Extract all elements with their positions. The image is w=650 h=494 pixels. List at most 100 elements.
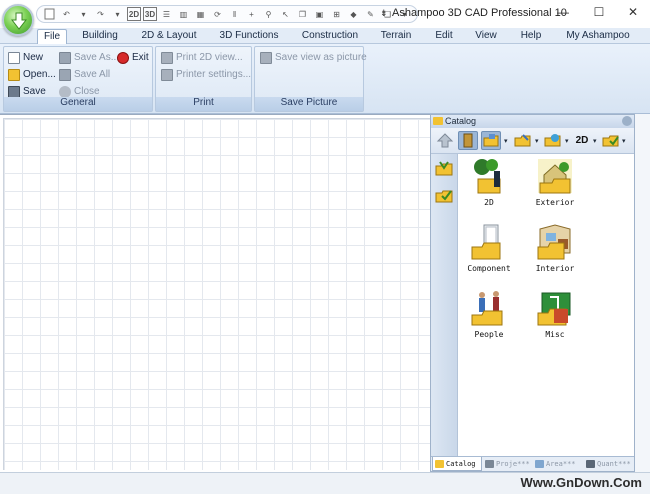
- tab-terrain[interactable]: Terrain: [375, 29, 417, 44]
- catalog-item-label: People: [474, 330, 504, 339]
- minimize-button[interactable]: —: [548, 3, 578, 23]
- print-2d-button[interactable]: Print 2D view...: [161, 50, 243, 65]
- dropdown-arrow-icon[interactable]: ▾: [535, 137, 539, 145]
- people-icon: [470, 289, 508, 327]
- tab-construction[interactable]: Construction: [296, 29, 364, 44]
- tab-2d-layout[interactable]: 2D & Layout: [137, 29, 201, 44]
- power-icon: [117, 51, 129, 64]
- catalog-panel: Catalog ▾ ▾ ▾ 2D ▾ ▾ 2D Exterior Compone…: [430, 114, 635, 472]
- tab-catalog[interactable]: Catalog: [432, 457, 482, 471]
- catalog-item-2d[interactable]: 2D: [459, 157, 519, 207]
- folder-open-icon[interactable]: [481, 131, 501, 150]
- save-view-picture-button[interactable]: Save view as picture: [260, 50, 367, 65]
- undo-dropdown-icon[interactable]: ▾: [76, 7, 91, 21]
- split-vertical-icon[interactable]: ▥: [176, 7, 191, 21]
- ribbon: New Open... Save Save As... Save All Clo…: [0, 44, 650, 114]
- tab-project[interactable]: Proje***: [483, 457, 532, 471]
- save-all-button[interactable]: Save All: [59, 67, 110, 82]
- project-tree-icon: [485, 460, 494, 468]
- folder-edit-icon[interactable]: [513, 131, 533, 150]
- pen-icon[interactable]: ✎: [363, 7, 378, 21]
- catalog-toolbar: ▾ ▾ ▾ 2D ▾ ▾: [431, 128, 634, 154]
- tab-my-ashampoo[interactable]: My Ashampoo: [562, 29, 634, 44]
- crosshair-icon[interactable]: +: [244, 7, 259, 21]
- dropdown-arrow-icon[interactable]: ▾: [504, 137, 508, 145]
- folder-check-icon[interactable]: [601, 131, 621, 150]
- customize-qat-icon[interactable]: ⇟: [380, 8, 388, 19]
- tab-file[interactable]: File: [37, 29, 67, 45]
- tab-catalog-label: Catalog: [446, 460, 476, 468]
- tab-help[interactable]: Help: [515, 29, 547, 44]
- catalog-title-bar: Catalog: [431, 115, 634, 128]
- catalog-item-interior[interactable]: Interior: [525, 223, 585, 273]
- plant-figure-icon: [470, 157, 508, 195]
- dropdown-arrow-icon[interactable]: ▾: [622, 137, 626, 145]
- tab-quantity[interactable]: Quant***: [584, 457, 634, 471]
- pointer-icon[interactable]: ↖: [278, 7, 293, 21]
- catalog-item-exterior[interactable]: Exterior: [525, 157, 585, 207]
- folder-check-side-icon[interactable]: [434, 186, 455, 204]
- maximize-button[interactable]: ☐: [584, 3, 614, 23]
- globe-folder-icon[interactable]: [543, 131, 563, 150]
- walk-icon[interactable]: ⚲: [261, 7, 276, 21]
- printer-settings-icon: [161, 68, 173, 81]
- drawing-grid[interactable]: [3, 118, 430, 470]
- back-arrow-icon[interactable]: [435, 131, 455, 150]
- close-doc-icon: [59, 85, 71, 98]
- view-2d-button[interactable]: 2D: [127, 7, 141, 21]
- columns-icon[interactable]: ‖: [227, 7, 242, 21]
- group-print-label: Print: [156, 97, 251, 111]
- group-save-picture-label: Save Picture: [255, 97, 363, 111]
- window-icon[interactable]: ▣: [312, 7, 327, 21]
- folder-star-icon[interactable]: [434, 159, 455, 177]
- catalog-2d-button[interactable]: 2D: [572, 131, 592, 150]
- undo-icon[interactable]: ↶: [59, 7, 74, 21]
- tab-building[interactable]: Building: [77, 29, 123, 44]
- printer-settings-button[interactable]: Printer settings...: [161, 67, 251, 82]
- save-disk-icon: [8, 85, 20, 98]
- close-button[interactable]: ✕: [618, 3, 648, 23]
- new-file-icon[interactable]: [42, 7, 57, 21]
- catalog-item-label: Component: [467, 264, 511, 273]
- catalog-item-label: 2D: [484, 198, 494, 207]
- redo-dropdown-icon[interactable]: ▾: [110, 7, 125, 21]
- pin-icon[interactable]: [622, 116, 632, 126]
- grid-view-icon[interactable]: ▦: [193, 7, 208, 21]
- dropdown-arrow-icon[interactable]: ▾: [565, 137, 569, 145]
- misc-exit-sign-icon: [536, 289, 574, 327]
- redo-icon[interactable]: ↷: [93, 7, 108, 21]
- title-bar: ↶ ▾ ↷ ▾ 2D 3D ☰ ▥ ▦ ⟳ ‖ + ⚲ ↖ ❐ ▣ ⊞ ◆ ✎ …: [0, 0, 650, 36]
- tab-view[interactable]: View: [470, 29, 502, 44]
- save-as-button[interactable]: Save As...: [59, 50, 119, 65]
- view-3d-button[interactable]: 3D: [143, 7, 157, 21]
- group-general: New Open... Save Save As... Save All Clo…: [3, 46, 153, 112]
- watermark-text: Www.GnDown.Com: [520, 475, 642, 490]
- app-menu-button[interactable]: [2, 4, 34, 36]
- save-as-icon: [59, 51, 71, 64]
- eraser-icon[interactable]: ◆: [346, 7, 361, 21]
- exit-button[interactable]: Exit: [117, 50, 149, 65]
- catalog-item-component[interactable]: Component: [459, 223, 519, 273]
- drawing-area[interactable]: [0, 114, 430, 470]
- catalog-item-label: Exterior: [535, 198, 575, 207]
- save-all-label: Save All: [74, 69, 111, 80]
- room-interior-icon: [536, 223, 574, 261]
- copy-icon[interactable]: ❐: [295, 7, 310, 21]
- split-horizontal-icon[interactable]: ☰: [159, 7, 174, 21]
- catalog-item-people[interactable]: People: [459, 289, 519, 339]
- tab-3d-functions[interactable]: 3D Functions: [214, 29, 284, 44]
- open-button[interactable]: Open...: [8, 67, 56, 82]
- door-component-icon: [470, 223, 508, 261]
- catalog-item-misc[interactable]: Misc: [525, 289, 585, 339]
- settings-doc-icon[interactable]: ⊞: [329, 7, 344, 21]
- save-view-picture-label: Save view as picture: [275, 52, 367, 63]
- tab-area[interactable]: Area***: [533, 457, 583, 471]
- picture-icon: [260, 51, 272, 64]
- new-button[interactable]: New: [8, 50, 43, 65]
- new-file-icon: [8, 51, 20, 64]
- status-bar: Www.GnDown.Com: [0, 472, 650, 494]
- door-icon[interactable]: [458, 131, 478, 150]
- tab-edit[interactable]: Edit: [430, 29, 458, 44]
- dropdown-arrow-icon[interactable]: ▾: [593, 137, 597, 145]
- rotate-icon[interactable]: ⟳: [210, 7, 225, 21]
